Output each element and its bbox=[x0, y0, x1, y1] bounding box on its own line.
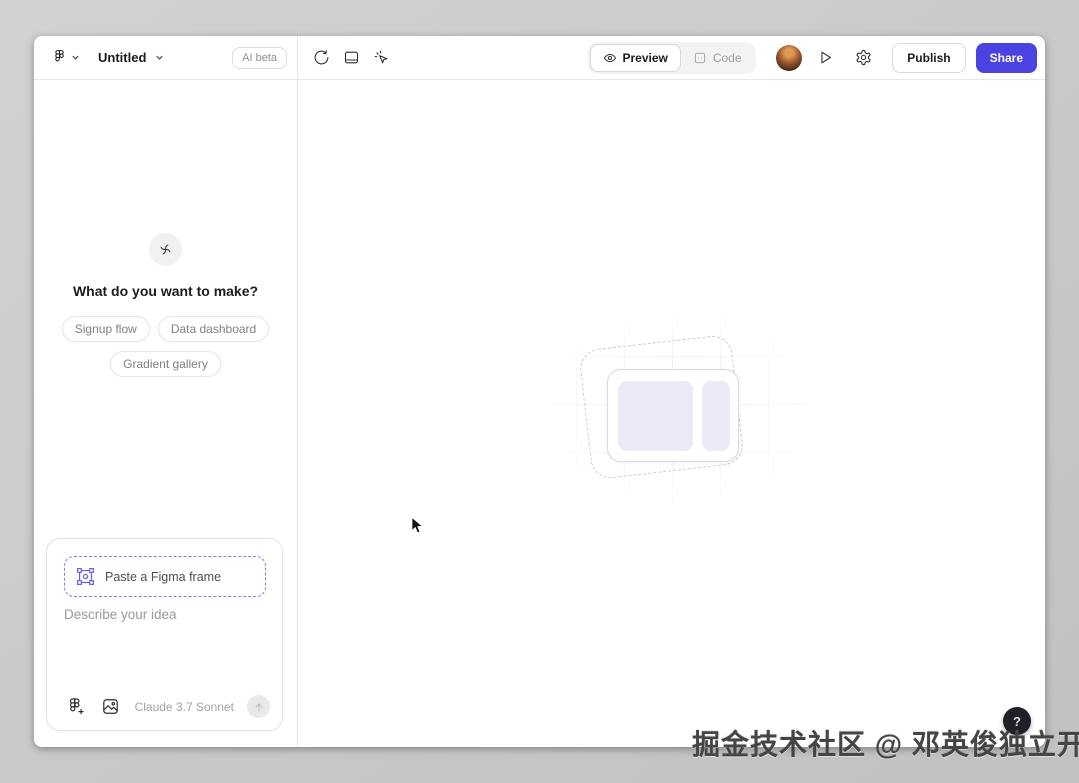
screenshot-root: { "topbar": { "title": "Untitled", "badg… bbox=[0, 0, 1079, 783]
pointer-mode-button[interactable] bbox=[366, 43, 396, 73]
topbar: Untitled AI beta bbox=[34, 36, 1045, 80]
paste-frame-icon bbox=[75, 566, 96, 587]
figma-plus-icon bbox=[66, 697, 85, 716]
attach-image-button[interactable] bbox=[99, 696, 121, 718]
prompt-footer: Claude 3.7 Sonnet bbox=[64, 695, 270, 718]
gear-icon bbox=[855, 49, 872, 66]
share-button[interactable]: Share bbox=[976, 43, 1037, 73]
ai-beta-badge: AI beta bbox=[232, 47, 287, 69]
placeholder-card bbox=[607, 369, 739, 462]
tab-preview-label: Preview bbox=[622, 51, 667, 65]
topbar-actions: Publish Share bbox=[776, 43, 1037, 73]
mouse-cursor-icon bbox=[411, 517, 427, 535]
tab-code-label: Code bbox=[713, 51, 742, 65]
attach-figma-button[interactable] bbox=[64, 696, 86, 718]
cursor-click-icon bbox=[373, 49, 390, 66]
tab-preview[interactable]: Preview bbox=[589, 44, 680, 72]
present-button[interactable] bbox=[810, 43, 840, 73]
sidebar: What do you want to make? Signup flow Da… bbox=[34, 80, 298, 747]
user-avatar[interactable] bbox=[776, 45, 802, 71]
app-window: Untitled AI beta bbox=[34, 36, 1045, 747]
console-panel-icon bbox=[343, 49, 360, 66]
topbar-right: Preview Code bbox=[298, 36, 1045, 79]
eye-icon bbox=[602, 51, 616, 65]
placeholder-block-left bbox=[618, 381, 693, 451]
chip-gradient-gallery[interactable]: Gradient gallery bbox=[110, 351, 221, 377]
publish-button[interactable]: Publish bbox=[892, 43, 965, 73]
prompt-card: Paste a Figma frame bbox=[46, 538, 283, 731]
chip-signup-flow[interactable]: Signup flow bbox=[62, 316, 150, 342]
settings-button[interactable] bbox=[848, 43, 878, 73]
model-name: Claude 3.7 Sonnet bbox=[135, 700, 234, 714]
chevron-down-icon bbox=[155, 53, 164, 62]
chevron-down-icon bbox=[71, 53, 80, 62]
chip-data-dashboard[interactable]: Data dashboard bbox=[158, 316, 269, 342]
figma-main-menu-button[interactable] bbox=[48, 45, 84, 71]
canvas[interactable]: ? bbox=[298, 80, 1045, 747]
paste-figma-frame-button[interactable]: Paste a Figma frame bbox=[64, 556, 266, 597]
console-panel-button[interactable] bbox=[336, 43, 366, 73]
play-icon bbox=[817, 49, 834, 66]
sidebar-hero: What do you want to make? Signup flow Da… bbox=[34, 233, 297, 377]
view-mode-toggle: Preview Code bbox=[587, 42, 755, 74]
arrow-up-icon bbox=[253, 701, 265, 713]
image-icon bbox=[101, 697, 120, 716]
watermark-text: 掘金技术社区 @ 邓英俊独立开发 bbox=[692, 723, 1079, 763]
sparkle-orb bbox=[149, 233, 182, 266]
paste-frame-label: Paste a Figma frame bbox=[105, 570, 221, 584]
suggestion-chips: Signup flow Data dashboard Gradient gall… bbox=[53, 316, 278, 377]
prompt-heading: What do you want to make? bbox=[73, 283, 258, 299]
sparkle-icon bbox=[157, 241, 174, 258]
send-button[interactable] bbox=[247, 695, 270, 718]
refresh-button[interactable] bbox=[306, 43, 336, 73]
document-title: Untitled bbox=[98, 50, 146, 65]
document-title-menu[interactable]: Untitled bbox=[98, 50, 164, 65]
placeholder-block-right bbox=[702, 381, 730, 451]
prompt-input[interactable] bbox=[64, 607, 265, 665]
refresh-icon bbox=[313, 49, 330, 66]
figma-logo-icon bbox=[52, 49, 67, 67]
topbar-left: Untitled AI beta bbox=[34, 36, 298, 79]
code-icon bbox=[693, 51, 707, 65]
main-area: What do you want to make? Signup flow Da… bbox=[34, 80, 1045, 747]
tab-code[interactable]: Code bbox=[681, 44, 754, 72]
